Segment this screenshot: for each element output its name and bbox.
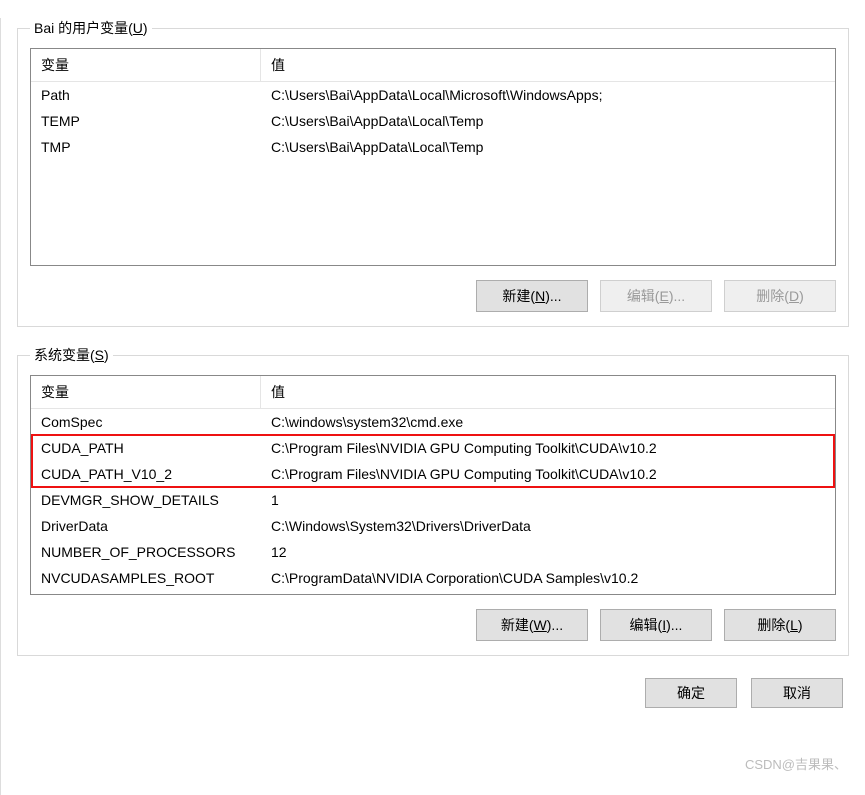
table-row[interactable]: NUMBER_OF_PROCESSORS12 [31,539,835,565]
system-variables-group: 系统变量(S) 变量 值 ComSpecC:\windows\system32\… [17,345,849,656]
column-header-name[interactable]: 变量 [31,49,261,81]
cell-variable-name: TMP [31,137,261,157]
cell-variable-name: ComSpec [31,412,261,432]
system-variables-legend: 系统变量(S) [30,345,113,365]
user-variables-list[interactable]: 变量 值 PathC:\Users\Bai\AppData\Local\Micr… [30,48,836,266]
dialog-buttons-row: 确定 取消 [17,668,849,708]
table-row[interactable]: PathC:\Users\Bai\AppData\Local\Microsoft… [31,82,835,108]
table-row[interactable]: DEVMGR_SHOW_DETAILS1 [31,487,835,513]
cell-variable-value: C:\Program Files\NVIDIA GPU Computing To… [261,438,835,458]
cell-variable-value: C:\ProgramData\NVIDIA Corporation\CUDA S… [261,568,835,588]
cell-variable-name: DriverData [31,516,261,536]
user-delete-button[interactable]: 删除(D) [724,280,836,312]
user-buttons-row: 新建(N)... 编辑(E)... 删除(D) [30,280,836,312]
legend-suffix: ) [104,347,109,363]
table-row[interactable]: CUDA_PATHC:\Program Files\NVIDIA GPU Com… [31,435,835,461]
environment-variables-dialog: Bai 的用户变量(U) 变量 值 PathC:\Users\Bai\AppDa… [0,18,865,795]
user-list-header: 变量 值 [31,49,835,82]
table-row[interactable]: NVCUDASAMPLES_ROOTC:\ProgramData\NVIDIA … [31,565,835,591]
cell-variable-value: C:\Users\Bai\AppData\Local\Microsoft\Win… [261,85,835,105]
cell-variable-name: NUMBER_OF_PROCESSORS [31,542,261,562]
sys-new-button[interactable]: 新建(W)... [476,609,588,641]
cell-variable-value: C:\Users\Bai\AppData\Local\Temp [261,111,835,131]
cell-variable-value: C:\Windows\System32\Drivers\DriverData [261,516,835,536]
table-row[interactable]: TMPC:\Users\Bai\AppData\Local\Temp [31,134,835,160]
legend-hotkey: S [95,347,104,363]
user-variables-legend: Bai 的用户变量(U) [30,18,152,38]
cell-variable-name: Path [31,85,261,105]
table-row[interactable]: CUDA_PATH_V10_2C:\Program Files\NVIDIA G… [31,461,835,487]
cell-variable-name: TEMP [31,111,261,131]
cell-variable-name: CUDA_PATH [31,438,261,458]
legend-prefix: 系统变量( [34,347,95,363]
cell-variable-value: C:\Program Files\NVIDIA GPU Computing To… [261,464,835,484]
legend-prefix: Bai 的用户变量( [34,20,133,36]
sys-delete-button[interactable]: 删除(L) [724,609,836,641]
cell-variable-value: 1 [261,490,835,510]
system-variables-list[interactable]: 变量 值 ComSpecC:\windows\system32\cmd.exeC… [30,375,836,595]
table-row[interactable]: ComSpecC:\windows\system32\cmd.exe [31,409,835,435]
legend-suffix: ) [143,20,148,36]
user-new-button[interactable]: 新建(N)... [476,280,588,312]
table-row[interactable]: TEMPC:\Users\Bai\AppData\Local\Temp [31,108,835,134]
cell-variable-name: DEVMGR_SHOW_DETAILS [31,490,261,510]
cell-variable-value: C:\windows\system32\cmd.exe [261,412,835,432]
cell-variable-value: 12 [261,542,835,562]
sys-edit-button[interactable]: 编辑(I)... [600,609,712,641]
table-row[interactable]: DriverDataC:\Windows\System32\Drivers\Dr… [31,513,835,539]
cell-variable-name: NVCUDASAMPLES_ROOT [31,568,261,588]
column-header-name[interactable]: 变量 [31,376,261,408]
sys-buttons-row: 新建(W)... 编辑(I)... 删除(L) [30,609,836,641]
watermark-text: CSDN@吉果果、 [745,754,847,773]
column-header-value[interactable]: 值 [261,376,835,408]
cell-variable-name: CUDA_PATH_V10_2 [31,464,261,484]
user-edit-button[interactable]: 编辑(E)... [600,280,712,312]
cancel-button[interactable]: 取消 [751,678,843,708]
legend-hotkey: U [133,20,143,36]
user-variables-group: Bai 的用户变量(U) 变量 值 PathC:\Users\Bai\AppDa… [17,18,849,327]
column-header-value[interactable]: 值 [261,49,835,81]
sys-list-header: 变量 值 [31,376,835,409]
ok-button[interactable]: 确定 [645,678,737,708]
cell-variable-value: C:\Users\Bai\AppData\Local\Temp [261,137,835,157]
